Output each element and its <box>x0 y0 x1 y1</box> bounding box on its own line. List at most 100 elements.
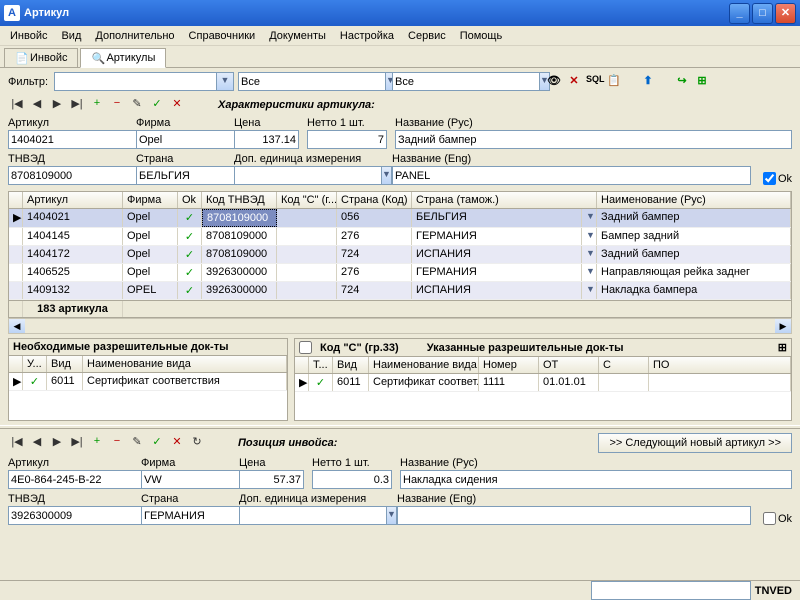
tab-articles[interactable]: 🔍Артикулы <box>80 48 166 68</box>
next-new-article-button[interactable]: >> Следующий новый артикул >> <box>598 433 792 453</box>
dropdown-icon[interactable]: ▼ <box>387 506 397 525</box>
artikul-input-b[interactable] <box>8 470 156 489</box>
dop-input[interactable] <box>234 166 382 185</box>
menu-extra[interactable]: Дополнительно <box>89 28 180 44</box>
filter-bar: Фильтр: ▼ ▼ ▼ 👁 ✕ SQL 📋 ⬆ ↪ ⊞ <box>0 68 800 95</box>
col-artikul[interactable]: Артикул <box>23 192 123 208</box>
tnved-input[interactable] <box>8 166 156 185</box>
splitter[interactable] <box>0 425 800 429</box>
prev-icon[interactable]: ◀ <box>28 435 46 451</box>
minimize-button[interactable]: _ <box>729 3 750 24</box>
export-excel-icon[interactable]: ↪ <box>674 74 690 90</box>
clipboard-icon[interactable]: 📋 <box>606 74 622 90</box>
ok-label: Ok <box>778 173 792 185</box>
menu-documents[interactable]: Документы <box>263 28 332 44</box>
name-rus-input[interactable] <box>395 130 792 149</box>
confirm-icon[interactable]: ✓ <box>148 435 166 451</box>
next-icon[interactable]: ▶ <box>48 435 66 451</box>
record-navigator-bottom: |◀ ◀ ▶ ▶| + − ✎ ✓ ✕ ↻ Позиция инвойса: >… <box>8 433 792 453</box>
table-row[interactable]: ▶ ✓ 6011 Сертификат соответ... 1111 01.0… <box>295 374 791 392</box>
cena-input-b[interactable] <box>239 470 304 489</box>
artikul-label: Артикул <box>8 117 128 129</box>
cancel-icon[interactable]: ✕ <box>168 97 186 113</box>
tabstrip: 📄Инвойс 🔍Артикулы <box>0 46 800 68</box>
menu-settings[interactable]: Настройка <box>334 28 400 44</box>
firma-label-b: Фирма <box>141 457 231 469</box>
prev-icon[interactable]: ◀ <box>28 97 46 113</box>
section-title-bottom: Позиция инвойса: <box>238 437 337 449</box>
col-strtam[interactable]: Страна (тамож.) <box>412 192 597 208</box>
name-eng-input[interactable] <box>392 166 751 185</box>
cancel-icon[interactable]: ✕ <box>168 435 186 451</box>
next-icon[interactable]: ▶ <box>48 97 66 113</box>
confirm-icon[interactable]: ✓ <box>148 97 166 113</box>
menu-help[interactable]: Помощь <box>454 28 509 44</box>
filter-select-1[interactable] <box>238 72 386 91</box>
last-icon[interactable]: ▶| <box>68 435 86 451</box>
name-rus-input-b[interactable] <box>400 470 792 489</box>
calendar-icon[interactable]: ⊞ <box>778 341 787 354</box>
netto-input[interactable] <box>307 130 387 149</box>
refresh-icon[interactable]: ↻ <box>188 435 206 451</box>
up-arrow-icon[interactable]: ⬆ <box>640 74 656 90</box>
artikul-input[interactable] <box>8 130 156 149</box>
col-ok[interactable]: Ok <box>178 192 202 208</box>
remove-icon[interactable]: − <box>108 97 126 113</box>
remove-icon[interactable]: − <box>108 435 126 451</box>
dropdown-icon[interactable]: ▼ <box>382 166 392 185</box>
cena-label-b: Цена <box>239 457 304 469</box>
delete-icon[interactable]: ✕ <box>566 74 582 90</box>
add-icon[interactable]: + <box>88 435 106 451</box>
tnved-label: ТНВЭД <box>8 153 128 165</box>
binoculars-icon[interactable]: 👁 <box>546 74 562 90</box>
menu-service[interactable]: Сервис <box>402 28 452 44</box>
edit-icon[interactable]: ✎ <box>128 435 146 451</box>
grid-scrollbar[interactable]: ◀▶ <box>8 318 792 334</box>
cena-input[interactable] <box>234 130 299 149</box>
ok-checkbox-b[interactable] <box>763 512 776 525</box>
specified-docs-title: Указанные разрешительные док-ты <box>427 342 624 354</box>
table-row[interactable]: 1404172Opel✓8708109000724ИСПАНИЯ▼Задний … <box>9 246 791 264</box>
dropdown-icon[interactable]: ▼ <box>217 72 234 91</box>
table-row[interactable]: 1406525Opel✓3926300000276ГЕРМАНИЯ▼Направ… <box>9 264 791 282</box>
col-naim[interactable]: Наименование (Рус) <box>597 192 791 208</box>
ok-checkbox[interactable] <box>763 172 776 185</box>
filter-select-2[interactable] <box>392 72 540 91</box>
edit-icon[interactable]: ✎ <box>128 97 146 113</box>
maximize-button[interactable]: □ <box>752 3 773 24</box>
last-icon[interactable]: ▶| <box>68 97 86 113</box>
first-icon[interactable]: |◀ <box>8 435 26 451</box>
tnved-input-b[interactable] <box>8 506 156 525</box>
kodc-checkbox[interactable] <box>299 341 312 354</box>
titlebar: А Артикул _ □ ✕ <box>0 0 800 26</box>
name-eng-input-b[interactable] <box>397 506 751 525</box>
required-docs-title: Необходимые разрешительные док-ты <box>13 341 229 353</box>
articles-grid: Артикул Фирма Ok Код ТНВЭД Код "С" (г...… <box>8 191 792 318</box>
table-row[interactable]: ▶1404021Opel✓8708109000056БЕЛЬГИЯ▼Задний… <box>9 209 791 228</box>
name-eng-label: Название (Eng) <box>392 153 751 165</box>
menu-view[interactable]: Вид <box>55 28 87 44</box>
first-icon[interactable]: |◀ <box>8 97 26 113</box>
filter-input-1[interactable] <box>54 72 217 91</box>
table-row[interactable]: 1409132OPEL✓3926300000724ИСПАНИЯ▼Накладк… <box>9 282 791 300</box>
name-rus-label-b: Название (Рус) <box>400 457 792 469</box>
status-input[interactable] <box>591 581 751 600</box>
col-strkod[interactable]: Страна (Код) <box>337 192 412 208</box>
add-icon[interactable]: + <box>88 97 106 113</box>
dop-input-b[interactable] <box>239 506 387 525</box>
table-row[interactable]: 1404145Opel✓8708109000276ГЕРМАНИЯ▼Бампер… <box>9 228 791 246</box>
tab-invoice[interactable]: 📄Инвойс <box>4 48 78 67</box>
menubar: Инвойс Вид Дополнительно Справочники Док… <box>0 26 800 46</box>
col-kodc[interactable]: Код "С" (г... <box>277 192 337 208</box>
menu-dictionaries[interactable]: Справочники <box>183 28 262 44</box>
col-firma[interactable]: Фирма <box>123 192 178 208</box>
sql-icon[interactable]: SQL <box>586 74 602 90</box>
menu-invoice[interactable]: Инвойс <box>4 28 53 44</box>
dop-label-b: Доп. единица измерения <box>239 493 389 505</box>
table-row[interactable]: ▶ ✓ 6011 Сертификат соответствия <box>9 373 287 391</box>
col-tnved[interactable]: Код ТНВЭД <box>202 192 277 208</box>
netto-label: Нетто 1 шт. <box>307 117 387 129</box>
close-button[interactable]: ✕ <box>775 3 796 24</box>
excel-icon[interactable]: ⊞ <box>694 74 710 90</box>
netto-input-b[interactable] <box>312 470 392 489</box>
